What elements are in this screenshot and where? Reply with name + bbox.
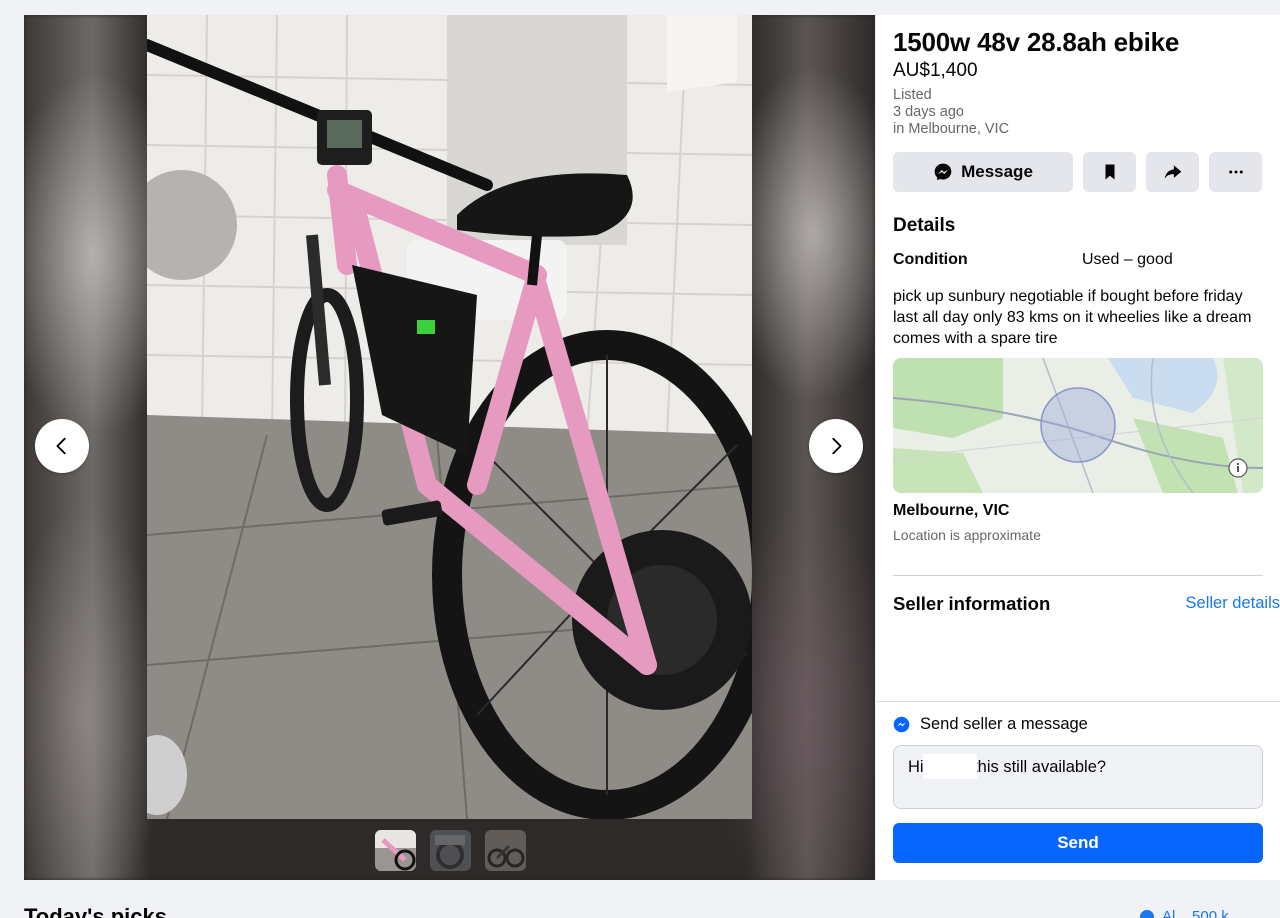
next-photo-button[interactable] — [809, 419, 863, 473]
share-button[interactable] — [1146, 152, 1199, 192]
listing-detail-panel: 1500w 48v 28.8ah ebike AU$1,400 Listed 3… — [876, 15, 1280, 880]
location-note: Location is approximate — [893, 527, 1041, 543]
send-button[interactable]: Send — [893, 823, 1263, 863]
location-map[interactable] — [893, 358, 1263, 493]
photo-viewer — [24, 15, 875, 880]
location-pin-icon — [1140, 909, 1154, 918]
listing-price: AU$1,400 — [893, 60, 978, 81]
compose-divider — [876, 701, 1280, 702]
condition-label: Condition — [893, 251, 968, 268]
photo-thumbnails — [375, 830, 526, 871]
more-options-button[interactable] — [1209, 152, 1262, 192]
compose-heading: Send seller a message — [893, 715, 1088, 734]
location-city: Melbourne, VIC — [893, 502, 1010, 519]
thumbnail-2[interactable] — [430, 830, 471, 871]
map-illustration — [893, 358, 1263, 493]
bookmark-icon — [1105, 164, 1114, 180]
thumbnail-1[interactable] — [375, 830, 416, 871]
more-icon — [1228, 170, 1243, 174]
thumbnail-3[interactable] — [485, 830, 526, 871]
messenger-icon — [934, 163, 952, 181]
listing-photo[interactable] — [147, 15, 752, 819]
listed-time: 3 days ago — [893, 104, 964, 120]
section-divider — [893, 575, 1263, 576]
feed-location-text: Al... 500 k — [1162, 908, 1229, 918]
seller-details-link[interactable]: Seller details — [1186, 594, 1280, 613]
share-icon — [1164, 165, 1181, 179]
action-bar: Message — [893, 152, 1262, 192]
message-button[interactable]: Message — [893, 152, 1073, 192]
bike-photo-illustration — [147, 15, 752, 819]
previous-photo-button[interactable] — [35, 419, 89, 473]
chevron-right-icon — [832, 437, 842, 455]
details-heading: Details — [893, 215, 956, 236]
listing-description: pick up sunbury negotiable if bought bef… — [893, 288, 1265, 347]
feed-location-filter[interactable]: Al... 500 k — [1140, 908, 1229, 918]
listed-label: Listed — [893, 87, 932, 103]
compose-heading-label: Send seller a message — [920, 715, 1088, 733]
message-button-label: Message — [961, 162, 1033, 181]
chevron-left-icon — [56, 437, 66, 455]
todays-picks-heading: Today's picks — [24, 904, 167, 918]
redaction-box — [923, 754, 977, 779]
listed-location: in Melbourne, VIC — [893, 121, 1010, 137]
condition-value: Used – good — [1082, 251, 1173, 268]
save-button[interactable] — [1083, 152, 1136, 192]
seller-info-heading: Seller information — [893, 593, 1051, 614]
listing-title: 1500w 48v 28.8ah ebike — [893, 27, 1180, 57]
messenger-icon — [893, 716, 910, 733]
